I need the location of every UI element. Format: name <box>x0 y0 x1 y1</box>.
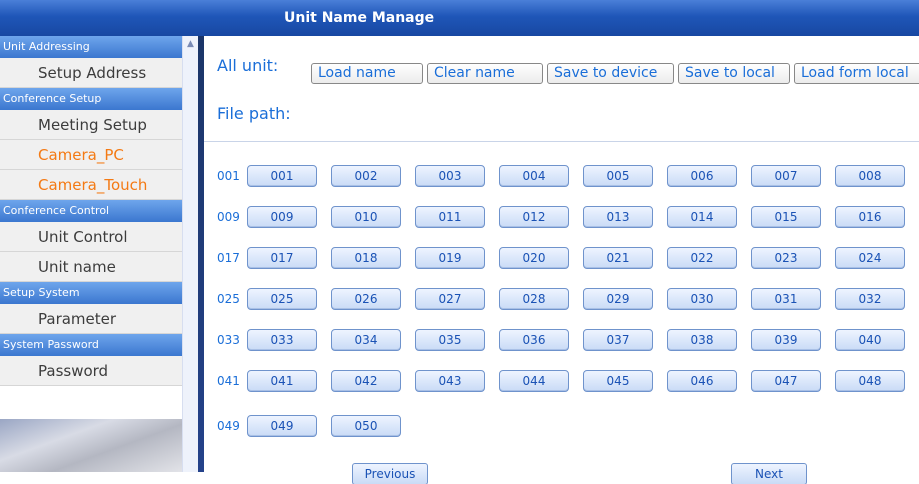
unit-button[interactable]: 003 <box>415 165 485 187</box>
title-bar: Unit Name Manage <box>0 0 919 36</box>
unit-button[interactable]: 038 <box>667 329 737 351</box>
unit-row-label: 033 <box>217 333 240 347</box>
sidebar: ▲ Unit Addressing Setup Address Conference… <box>0 36 198 472</box>
unit-button[interactable]: 006 <box>667 165 737 187</box>
toolbar-button[interactable]: Load form local <box>794 63 919 84</box>
toolbar-button[interactable]: Save to device <box>547 63 674 84</box>
unit-button[interactable]: 005 <box>583 165 653 187</box>
divider-line <box>204 141 919 142</box>
unit-button[interactable]: 050 <box>331 415 401 437</box>
sidebar-section-header[interactable]: System Password <box>0 334 182 356</box>
unit-button[interactable]: 023 <box>751 247 821 269</box>
unit-button[interactable]: 021 <box>583 247 653 269</box>
unit-button[interactable]: 014 <box>667 206 737 228</box>
unit-button[interactable]: 033 <box>247 329 317 351</box>
next-button[interactable]: Next <box>731 463 807 484</box>
unit-button[interactable]: 049 <box>247 415 317 437</box>
sidebar-scrollbar[interactable]: ▲ <box>182 36 198 472</box>
sidebar-item[interactable]: Password <box>0 356 182 386</box>
unit-button[interactable]: 009 <box>247 206 317 228</box>
sidebar-item[interactable]: Unit name <box>0 252 182 282</box>
sidebar-section-header[interactable]: Setup System <box>0 282 182 304</box>
unit-button[interactable]: 042 <box>331 370 401 392</box>
sidebar-item[interactable]: Setup Address <box>0 58 182 88</box>
unit-button[interactable]: 045 <box>583 370 653 392</box>
unit-button[interactable]: 044 <box>499 370 569 392</box>
unit-row-label: 041 <box>217 374 240 388</box>
unit-row-label: 025 <box>217 292 240 306</box>
sidebar-section-header[interactable]: Conference Setup <box>0 88 182 110</box>
sidebar-decoration <box>0 419 182 472</box>
page-title: Unit Name Manage <box>284 10 435 26</box>
unit-button[interactable]: 008 <box>835 165 905 187</box>
unit-button[interactable]: 034 <box>331 329 401 351</box>
unit-button[interactable]: 039 <box>751 329 821 351</box>
unit-row-label: 049 <box>217 419 240 433</box>
unit-button[interactable]: 001 <box>247 165 317 187</box>
unit-button[interactable]: 022 <box>667 247 737 269</box>
unit-button[interactable]: 002 <box>331 165 401 187</box>
all-unit-label: All unit: <box>217 56 279 75</box>
sidebar-item[interactable]: Parameter <box>0 304 182 334</box>
unit-button[interactable]: 020 <box>499 247 569 269</box>
unit-button[interactable]: 012 <box>499 206 569 228</box>
unit-button[interactable]: 046 <box>667 370 737 392</box>
unit-button[interactable]: 027 <box>415 288 485 310</box>
file-path-label: File path: <box>217 104 291 123</box>
unit-button[interactable]: 030 <box>667 288 737 310</box>
unit-button[interactable]: 026 <box>331 288 401 310</box>
unit-button[interactable]: 017 <box>247 247 317 269</box>
unit-button[interactable]: 031 <box>751 288 821 310</box>
sidebar-item[interactable]: Camera_Touch <box>0 170 182 200</box>
unit-button[interactable]: 036 <box>499 329 569 351</box>
sidebar-section-header[interactable]: Unit Addressing <box>0 36 182 58</box>
unit-button[interactable]: 040 <box>835 329 905 351</box>
unit-row-label: 009 <box>217 210 240 224</box>
unit-button[interactable]: 025 <box>247 288 317 310</box>
unit-button[interactable]: 010 <box>331 206 401 228</box>
unit-button[interactable]: 037 <box>583 329 653 351</box>
unit-button[interactable]: 016 <box>835 206 905 228</box>
previous-button[interactable]: Previous <box>352 463 428 484</box>
unit-button[interactable]: 007 <box>751 165 821 187</box>
unit-button[interactable]: 013 <box>583 206 653 228</box>
unit-row-label: 001 <box>217 169 240 183</box>
unit-button[interactable]: 047 <box>751 370 821 392</box>
unit-button[interactable]: 024 <box>835 247 905 269</box>
sidebar-section-header[interactable]: Conference Control <box>0 200 182 222</box>
unit-button[interactable]: 029 <box>583 288 653 310</box>
unit-button[interactable]: 043 <box>415 370 485 392</box>
sidebar-item[interactable]: Unit Control <box>0 222 182 252</box>
main-content: All unit: File path: Previous Next Load … <box>204 36 919 484</box>
unit-button[interactable]: 015 <box>751 206 821 228</box>
unit-button[interactable]: 004 <box>499 165 569 187</box>
unit-button[interactable]: 018 <box>331 247 401 269</box>
unit-button[interactable]: 028 <box>499 288 569 310</box>
toolbar-button[interactable]: Load name <box>311 63 423 84</box>
unit-button[interactable]: 048 <box>835 370 905 392</box>
unit-button[interactable]: 019 <box>415 247 485 269</box>
sidebar-item[interactable]: Meeting Setup <box>0 110 182 140</box>
unit-button[interactable]: 041 <box>247 370 317 392</box>
unit-button[interactable]: 011 <box>415 206 485 228</box>
sidebar-item[interactable]: Camera_PC <box>0 140 182 170</box>
toolbar-button[interactable]: Save to local <box>678 63 790 84</box>
unit-row-label: 017 <box>217 251 240 265</box>
toolbar-button[interactable]: Clear name <box>427 63 543 84</box>
unit-button[interactable]: 035 <box>415 329 485 351</box>
scroll-up-arrow-icon[interactable]: ▲ <box>184 38 197 51</box>
unit-button[interactable]: 032 <box>835 288 905 310</box>
